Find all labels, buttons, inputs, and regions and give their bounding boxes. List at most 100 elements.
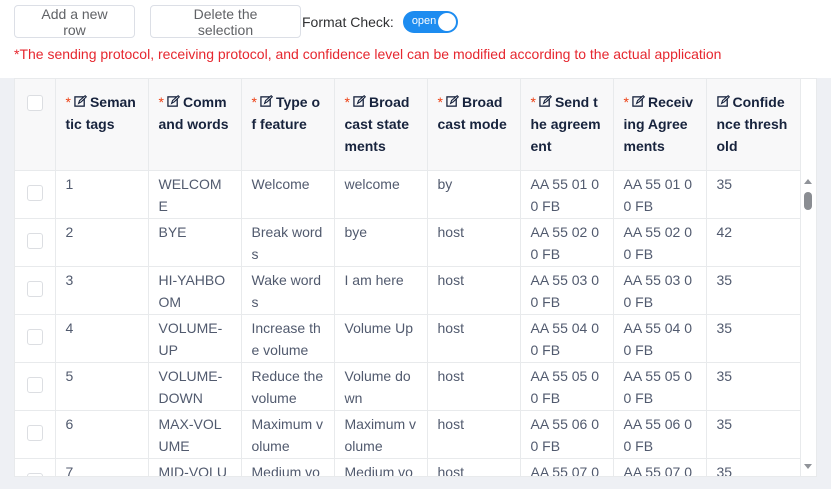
table-row[interactable]: 4 VOLUME-UP Increase the volume Volume Up ho… (15, 314, 801, 363)
toolbar: Add a new row Delete the selection Forma… (14, 5, 458, 38)
cell-broadcast-statements[interactable]: bye (334, 218, 428, 267)
cell-confidence-threshold[interactable]: 35 (706, 362, 801, 411)
cell-type-of-feature[interactable]: Increase the volume (241, 314, 335, 363)
cell-command-words[interactable]: BYE (148, 218, 242, 267)
commands-table: * Semantic tags * Command words * Type of fea… (15, 79, 801, 476)
edit-icon (446, 94, 462, 110)
cell-semantic-tags[interactable]: 1 (55, 170, 149, 219)
cell-send-agreement[interactable]: AA 55 07 0 (520, 458, 614, 476)
cell-broadcast-statements[interactable]: Medium vo (334, 458, 428, 476)
cell-command-words[interactable]: HI-YAHBOOM (148, 266, 242, 315)
required-marker: * (251, 94, 257, 110)
toggle-text: open (411, 14, 437, 27)
cell-send-agreement[interactable]: AA 55 01 00 FB (520, 170, 614, 219)
cell-semantic-tags[interactable]: 7 (55, 458, 149, 476)
row-checkbox[interactable] (26, 184, 43, 201)
cell-type-of-feature[interactable]: Welcome (241, 170, 335, 219)
table-container: * Semantic tags * Command words * Type of fea… (14, 78, 817, 477)
cell-send-agreement[interactable]: AA 55 04 00 FB (520, 314, 614, 363)
scroll-up-icon[interactable] (804, 179, 812, 184)
edit-icon (353, 94, 369, 110)
row-checkbox[interactable] (26, 328, 43, 345)
cell-command-words[interactable]: MAX-VOLUME (148, 410, 242, 459)
cell-receiving-agreements[interactable]: AA 55 04 00 FB (613, 314, 707, 363)
cell-type-of-feature[interactable]: Break words (241, 218, 335, 267)
column-header-send-agreement: * Send the agreement (520, 79, 614, 171)
cell-broadcast-mode[interactable]: host (427, 314, 521, 363)
protocol-note: *The sending protocol, receiving protoco… (14, 46, 722, 62)
format-check-label: Format Check: (302, 13, 394, 30)
cell-receiving-agreements[interactable]: AA 55 03 00 FB (613, 266, 707, 315)
cell-confidence-threshold[interactable]: 35 (706, 314, 801, 363)
delete-selection-button[interactable]: Delete the selection (150, 5, 301, 38)
column-header-semantic-tags: * Semantic tags (55, 79, 149, 171)
required-marker: * (65, 94, 71, 110)
cell-confidence-threshold[interactable]: 42 (706, 218, 801, 267)
cell-broadcast-statements[interactable]: Maximum volume (334, 410, 428, 459)
cell-type-of-feature[interactable]: Maximum volume (241, 410, 335, 459)
row-checkbox[interactable] (26, 472, 43, 476)
cell-confidence-threshold[interactable]: 35 (706, 458, 801, 476)
cell-command-words[interactable]: WELCOME (148, 170, 242, 219)
row-checkbox[interactable] (26, 232, 43, 249)
cell-receiving-agreements[interactable]: AA 55 06 00 FB (613, 410, 707, 459)
cell-command-words[interactable]: VOLUME-UP (148, 314, 242, 363)
cell-send-agreement[interactable]: AA 55 03 00 FB (520, 266, 614, 315)
scroll-down-icon[interactable] (804, 464, 812, 469)
row-checkbox[interactable] (26, 424, 43, 441)
cell-broadcast-mode[interactable]: host (427, 410, 521, 459)
edit-icon (74, 94, 90, 110)
add-row-button[interactable]: Add a new row (14, 5, 135, 38)
row-select-cell (15, 362, 56, 411)
table-row[interactable]: 7 MID-VOLU Medium vo Medium vo host AA 55 07 … (15, 458, 801, 476)
select-all-checkbox[interactable] (26, 95, 43, 111)
column-header-type-of-feature: * Type of feature (241, 79, 335, 171)
select-all-cell (15, 79, 56, 171)
cell-send-agreement[interactable]: AA 55 06 00 FB (520, 410, 614, 459)
cell-command-words[interactable]: VOLUME-DOWN (148, 362, 242, 411)
edit-icon (632, 94, 648, 110)
cell-broadcast-mode[interactable]: host (427, 458, 521, 476)
scroll-thumb[interactable] (804, 192, 812, 210)
cell-command-words[interactable]: MID-VOLU (148, 458, 242, 476)
cell-broadcast-mode[interactable]: host (427, 362, 521, 411)
cell-broadcast-mode[interactable]: by (427, 170, 521, 219)
cell-broadcast-statements[interactable]: I am here (334, 266, 428, 315)
cell-receiving-agreements[interactable]: AA 55 01 00 FB (613, 170, 707, 219)
cell-receiving-agreements[interactable]: AA 55 07 0 (613, 458, 707, 476)
cell-semantic-tags[interactable]: 2 (55, 218, 149, 267)
cell-broadcast-statements[interactable]: welcome (334, 170, 428, 219)
cell-type-of-feature[interactable]: Medium vo (241, 458, 335, 476)
table-row[interactable]: 2 BYE Break words bye host AA 55 02 00 FB AA 5… (15, 218, 801, 267)
cell-receiving-agreements[interactable]: AA 55 02 00 FB (613, 218, 707, 267)
cell-broadcast-mode[interactable]: host (427, 266, 521, 315)
cell-broadcast-statements[interactable]: Volume down (334, 362, 428, 411)
row-select-cell (15, 458, 56, 476)
cell-broadcast-mode[interactable]: host (427, 218, 521, 267)
cell-broadcast-statements[interactable]: Volume Up (334, 314, 428, 363)
row-checkbox[interactable] (26, 376, 43, 393)
table-body: 1 WELCOME Welcome welcome by AA 55 01 00 FB AA… (15, 170, 801, 476)
cell-send-agreement[interactable]: AA 55 05 00 FB (520, 362, 614, 411)
cell-confidence-threshold[interactable]: 35 (706, 266, 801, 315)
column-header-broadcast-statements: * Broadcast statements (334, 79, 428, 171)
cell-semantic-tags[interactable]: 3 (55, 266, 149, 315)
table-row[interactable]: 3 HI-YAHBOOM Wake words I am here host AA 55 … (15, 266, 801, 315)
cell-confidence-threshold[interactable]: 35 (706, 410, 801, 459)
vertical-scrollbar[interactable] (802, 171, 814, 476)
cell-type-of-feature[interactable]: Wake words (241, 266, 335, 315)
cell-confidence-threshold[interactable]: 35 (706, 170, 801, 219)
cell-send-agreement[interactable]: AA 55 02 00 FB (520, 218, 614, 267)
table-row[interactable]: 6 MAX-VOLUME Maximum volume Maximum volume h… (15, 410, 801, 459)
cell-type-of-feature[interactable]: Reduce the volume (241, 362, 335, 411)
table-row[interactable]: 5 VOLUME-DOWN Reduce the volume Volume down… (15, 362, 801, 411)
edit-icon (716, 94, 733, 110)
cell-semantic-tags[interactable]: 6 (55, 410, 149, 459)
row-select-cell (15, 410, 56, 459)
table-row[interactable]: 1 WELCOME Welcome welcome by AA 55 01 00 FB AA… (15, 170, 801, 219)
cell-semantic-tags[interactable]: 4 (55, 314, 149, 363)
format-check-toggle[interactable]: open (402, 10, 458, 33)
cell-receiving-agreements[interactable]: AA 55 05 00 FB (613, 362, 707, 411)
row-checkbox[interactable] (26, 280, 43, 297)
cell-semantic-tags[interactable]: 5 (55, 362, 149, 411)
